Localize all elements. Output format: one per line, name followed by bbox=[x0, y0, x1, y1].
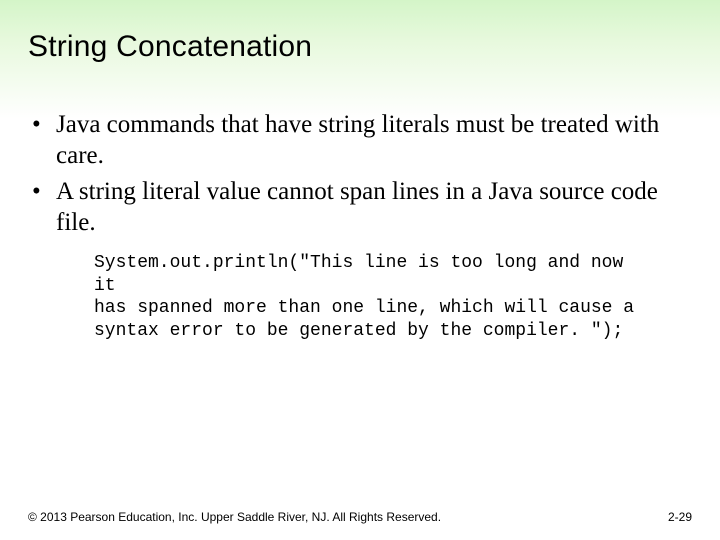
page-number: 2-29 bbox=[668, 510, 692, 524]
bullet-list: Java commands that have string literals … bbox=[28, 110, 692, 238]
code-block: System.out.println("This line is too lon… bbox=[28, 252, 692, 342]
slide-title: String Concatenation bbox=[28, 30, 692, 64]
bullet-item: A string literal value cannot span lines… bbox=[56, 177, 692, 238]
footer: © 2013 Pearson Education, Inc. Upper Sad… bbox=[28, 510, 692, 524]
slide: String Concatenation Java commands that … bbox=[0, 0, 720, 540]
bullet-item: Java commands that have string literals … bbox=[56, 110, 692, 171]
copyright-text: © 2013 Pearson Education, Inc. Upper Sad… bbox=[28, 510, 441, 524]
